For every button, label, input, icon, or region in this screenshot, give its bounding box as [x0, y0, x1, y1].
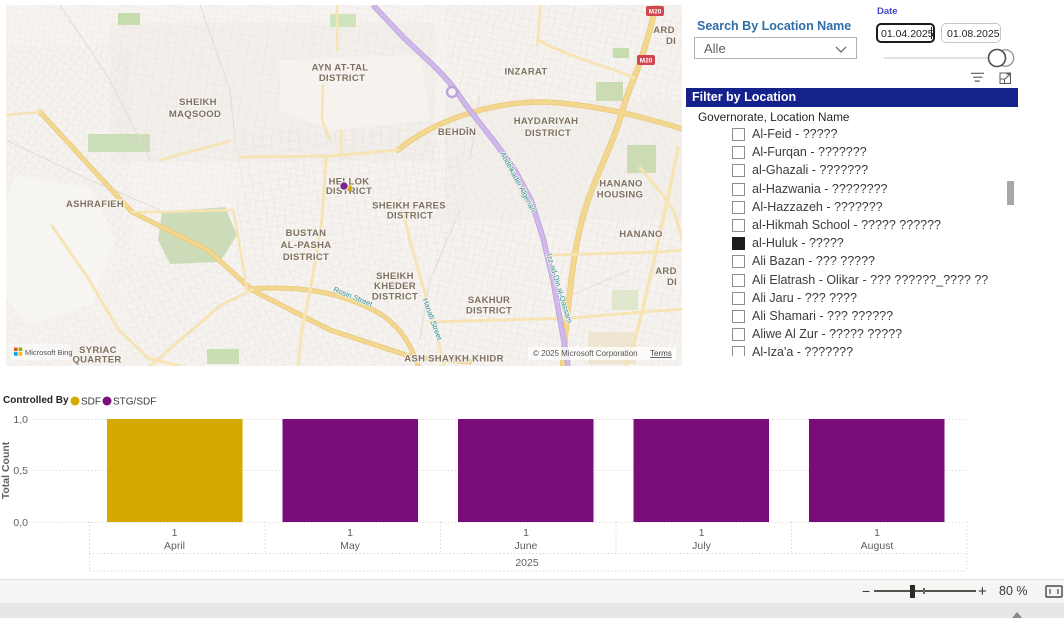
- svg-text:DISTRICT: DISTRICT: [466, 306, 512, 317]
- svg-text:DISTRICT: DISTRICT: [387, 211, 433, 222]
- svg-text:HANANO: HANANO: [599, 179, 643, 190]
- svg-text:AYN AT-TAL: AYN AT-TAL: [312, 63, 369, 74]
- svg-text:BEHDÎN: BEHDÎN: [438, 126, 476, 138]
- svg-text:0,5: 0,5: [13, 465, 28, 477]
- svg-text:SHEIKH: SHEIKH: [179, 97, 217, 108]
- svg-text:STG/SDF: STG/SDF: [113, 397, 156, 408]
- svg-text:August: August: [861, 540, 894, 552]
- svg-text:1: 1: [699, 527, 705, 539]
- svg-text:May: May: [340, 540, 361, 552]
- svg-text:1: 1: [523, 527, 529, 539]
- svg-text:KHEDER: KHEDER: [374, 281, 416, 292]
- svg-text:MAQSOOD: MAQSOOD: [169, 109, 221, 120]
- svg-text:DISTRICT: DISTRICT: [283, 252, 329, 263]
- svg-text:BUSTAN: BUSTAN: [286, 228, 327, 239]
- svg-text:1: 1: [347, 527, 353, 539]
- svg-text:HAYDARIYAH: HAYDARIYAH: [514, 116, 579, 127]
- svg-text:April: April: [164, 540, 185, 552]
- svg-text:June: June: [515, 540, 538, 552]
- svg-text:HANANO: HANANO: [619, 229, 663, 240]
- svg-text:1: 1: [172, 527, 178, 539]
- svg-text:0,0: 0,0: [13, 517, 28, 529]
- svg-text:DISTRICT: DISTRICT: [372, 292, 418, 303]
- svg-text:AL-PASHA: AL-PASHA: [281, 240, 332, 251]
- svg-text:SDF: SDF: [81, 397, 101, 408]
- svg-text:ASHRAFIEH: ASHRAFIEH: [66, 199, 124, 210]
- svg-text:INZARAT: INZARAT: [504, 67, 547, 78]
- svg-text:DI: DI: [666, 36, 676, 47]
- svg-text:1: 1: [874, 527, 880, 539]
- svg-text:HOUSING: HOUSING: [597, 190, 643, 201]
- svg-text:2025: 2025: [515, 557, 539, 569]
- svg-text:ASH SHAYKH KHIDR: ASH SHAYKH KHIDR: [404, 354, 503, 365]
- svg-text:SAKHUR: SAKHUR: [468, 295, 510, 306]
- svg-text:Terms: Terms: [650, 349, 672, 358]
- svg-text:DISTRICT: DISTRICT: [525, 128, 571, 139]
- svg-text:M20: M20: [649, 9, 662, 16]
- svg-text:ARD: ARD: [653, 25, 674, 36]
- svg-text:July: July: [692, 540, 711, 552]
- svg-text:QUARTER: QUARTER: [72, 355, 121, 366]
- svg-text:M20: M20: [640, 58, 653, 65]
- svg-text:DI: DI: [667, 277, 677, 288]
- svg-text:Total Count: Total Count: [0, 441, 12, 499]
- svg-text:ARD: ARD: [655, 266, 676, 277]
- svg-text:DISTRICT: DISTRICT: [319, 73, 365, 84]
- svg-text:1,0: 1,0: [13, 414, 28, 426]
- svg-text:© 2025 Microsoft Corporation: © 2025 Microsoft Corporation: [533, 349, 638, 358]
- svg-text:Microsoft Bing: Microsoft Bing: [25, 348, 73, 357]
